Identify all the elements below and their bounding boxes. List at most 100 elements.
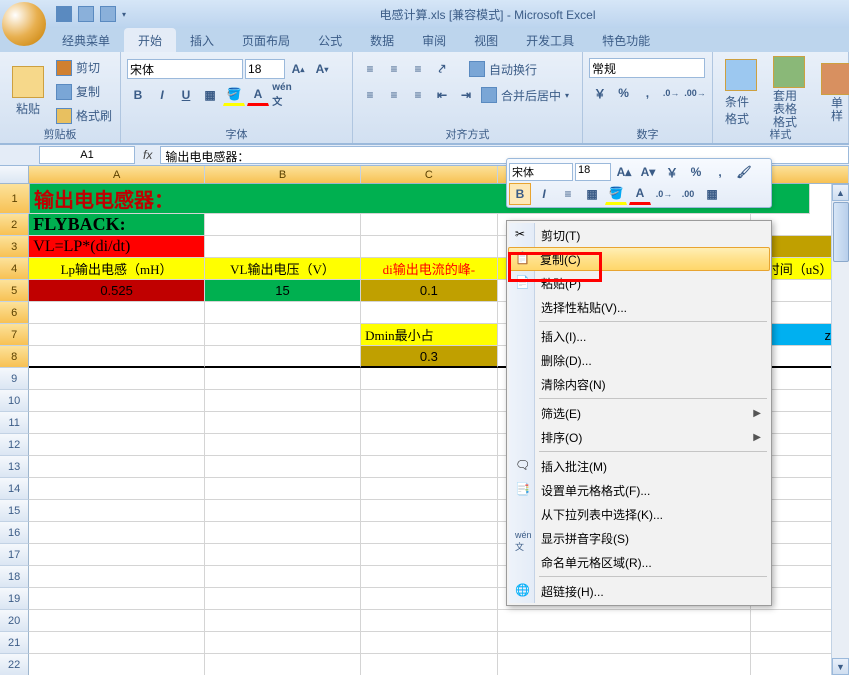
row-header-16[interactable]: 16 (0, 522, 29, 544)
cell-C3[interactable] (361, 236, 498, 258)
align-right-button[interactable]: ≡ (407, 84, 429, 106)
cell-B2[interactable] (205, 214, 361, 236)
cell-styles-button[interactable]: 单 样 (815, 54, 849, 132)
mini-font-name[interactable]: 宋体 (509, 163, 573, 181)
menu-sort[interactable]: 排序(O)▶ (509, 425, 769, 449)
mini-comma[interactable]: , (709, 161, 731, 183)
format-painter-button[interactable]: 格式刷 (54, 105, 114, 127)
row-header-5[interactable]: 5 (0, 280, 29, 302)
font-color-button[interactable]: A (247, 84, 269, 106)
italic-button[interactable]: I (151, 84, 173, 106)
row-header-6[interactable]: 6 (0, 302, 29, 324)
cell-C2[interactable] (361, 214, 498, 236)
align-center-button[interactable]: ≡ (383, 84, 405, 106)
menu-paste[interactable]: 📄粘贴(P) (509, 271, 769, 295)
tab-layout[interactable]: 页面布局 (228, 28, 304, 52)
mini-grow-font[interactable]: A▴ (613, 161, 635, 183)
comma-button[interactable]: , (637, 82, 659, 104)
cell-C8[interactable]: 0.3 (361, 346, 498, 368)
cell-A2[interactable]: FLYBACK: (29, 214, 205, 236)
menu-delete[interactable]: 删除(D)... (509, 348, 769, 372)
vertical-scrollbar[interactable]: ▲ ▼ (831, 184, 849, 675)
fx-icon[interactable]: fx (135, 148, 160, 162)
row-header-1[interactable]: 1 (0, 184, 30, 214)
number-format-combo[interactable]: 常规 (589, 58, 705, 78)
row-header-19[interactable]: 19 (0, 588, 29, 610)
align-top-button[interactable]: ≡ (359, 58, 381, 80)
mini-align-center[interactable]: ≡ (557, 183, 579, 205)
menu-insert[interactable]: 插入(I)... (509, 324, 769, 348)
table-format-button[interactable]: 套用 表格格式 (767, 54, 811, 132)
cell-A4[interactable]: Lp输出电感（mH） (29, 258, 205, 280)
cut-button[interactable]: 剪切 (54, 57, 114, 79)
menu-cut[interactable]: ✂剪切(T) (509, 223, 769, 247)
paste-button[interactable]: 粘贴 (6, 54, 50, 129)
select-all-corner[interactable] (0, 166, 29, 183)
cell-B7[interactable] (205, 324, 361, 346)
cell-B8[interactable] (205, 346, 361, 368)
tab-insert[interactable]: 插入 (176, 28, 228, 52)
scroll-down-icon[interactable]: ▼ (832, 658, 849, 675)
fill-color-button[interactable]: 🪣 (223, 84, 245, 106)
name-box[interactable] (39, 146, 135, 164)
underline-button[interactable]: U (175, 84, 197, 106)
col-header-C[interactable]: C (361, 166, 498, 183)
col-header-B[interactable]: B (205, 166, 361, 183)
save-icon[interactable] (56, 6, 72, 22)
tab-home[interactable]: 开始 (124, 28, 176, 52)
mini-fill-color[interactable]: 🪣 (605, 183, 627, 205)
row-header-18[interactable]: 18 (0, 566, 29, 588)
tab-view[interactable]: 视图 (460, 28, 512, 52)
cell-C5[interactable]: 0.1 (361, 280, 498, 302)
dec-decimal-button[interactable]: .00→ (684, 82, 706, 104)
row-header-15[interactable]: 15 (0, 500, 29, 522)
menu-clear[interactable]: 清除内容(N) (509, 372, 769, 396)
cell-A8[interactable] (29, 346, 205, 368)
col-header-A[interactable]: A (29, 166, 205, 183)
cell-A5[interactable]: 0.525 (29, 280, 205, 302)
mini-shrink-font[interactable]: A▾ (637, 161, 659, 183)
menu-paste-special[interactable]: 选择性粘贴(V)... (509, 295, 769, 319)
row-header-20[interactable]: 20 (0, 610, 29, 632)
tab-data[interactable]: 数据 (356, 28, 408, 52)
mini-font-size[interactable]: 18 (575, 163, 611, 181)
mini-dec-decimal[interactable]: .00 (677, 183, 699, 205)
menu-filter[interactable]: 筛选(E)▶ (509, 401, 769, 425)
tab-special[interactable]: 特色功能 (588, 28, 664, 52)
cell-A7[interactable] (29, 324, 205, 346)
row-header-17[interactable]: 17 (0, 544, 29, 566)
align-middle-button[interactable]: ≡ (383, 58, 405, 80)
menu-copy[interactable]: 📋复制(C) (508, 247, 770, 271)
tab-dev[interactable]: 开发工具 (512, 28, 588, 52)
redo-icon[interactable] (100, 6, 116, 22)
align-bottom-button[interactable]: ≡ (407, 58, 429, 80)
menu-hyperlink[interactable]: 🌐超链接(H)... (509, 579, 769, 603)
row-header-4[interactable]: 4 (0, 258, 29, 280)
scroll-up-icon[interactable]: ▲ (832, 184, 849, 201)
shrink-font-button[interactable]: A▾ (311, 58, 333, 80)
cell-C4[interactable]: di输出电流的峰- (361, 258, 498, 280)
mini-italic[interactable]: I (533, 183, 555, 205)
row-header-7[interactable]: 7 (0, 324, 29, 346)
mini-percent[interactable]: % (685, 161, 707, 183)
mini-bold[interactable]: B (509, 183, 531, 205)
row-header-10[interactable]: 10 (0, 390, 29, 412)
menu-pinyin[interactable]: wén文显示拼音字段(S) (509, 526, 769, 550)
row-header-21[interactable]: 21 (0, 632, 29, 654)
cell-B4[interactable]: VL输出电压（V） (205, 258, 361, 280)
tab-classic[interactable]: 经典菜单 (48, 28, 124, 52)
menu-pick-list[interactable]: 从下拉列表中选择(K)... (509, 502, 769, 526)
row-header-8[interactable]: 8 (0, 346, 29, 368)
align-left-button[interactable]: ≡ (359, 84, 381, 106)
row-header-3[interactable]: 3 (0, 236, 29, 258)
row-header-2[interactable]: 2 (0, 214, 29, 236)
percent-button[interactable]: % (613, 82, 635, 104)
menu-format-cells[interactable]: 📑设置单元格格式(F)... (509, 478, 769, 502)
undo-icon[interactable] (78, 6, 94, 22)
inc-decimal-button[interactable]: .0→ (660, 82, 682, 104)
mini-border[interactable]: ▦ (581, 183, 603, 205)
orientation-button[interactable]: ⤤ (431, 58, 453, 80)
cell-B6[interactable] (205, 302, 361, 324)
cell-B3[interactable] (205, 236, 361, 258)
wrap-text-button[interactable]: 自动换行 (467, 58, 539, 80)
